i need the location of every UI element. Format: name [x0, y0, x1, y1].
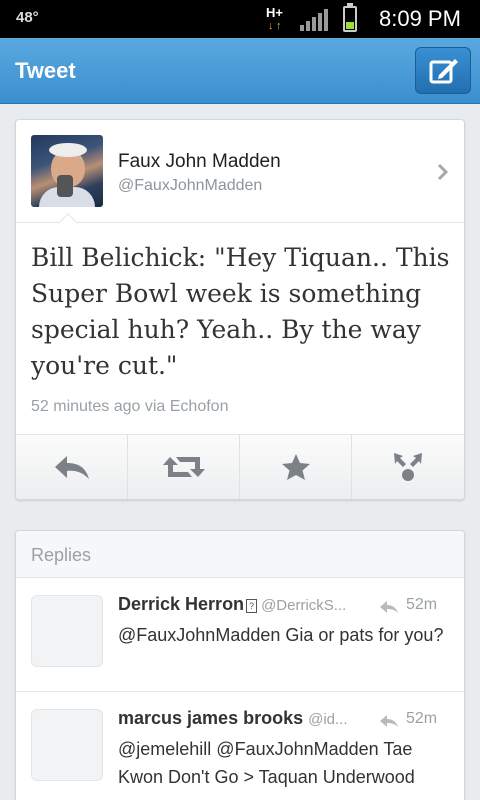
reply-item[interactable]: Derrick Herron? @DerrickS... 52m @FauxJoh…	[16, 578, 464, 692]
temperature-indicator: 48°	[16, 9, 39, 26]
reply-avatar[interactable]	[31, 595, 103, 667]
author-row[interactable]: Faux John Madden @FauxJohnMadden	[16, 120, 464, 223]
share-icon	[394, 453, 422, 481]
clock: 8:09 PM	[379, 6, 461, 31]
status-bar: 48° H+ ↓ ↑ 8:09 PM	[0, 0, 480, 38]
reply-author-handle: @id...	[308, 711, 348, 728]
tweet-card: Faux John Madden @FauxJohnMadden Bill Be…	[15, 119, 465, 500]
replies-title: Replies	[31, 545, 92, 565]
battery-icon	[343, 3, 357, 32]
reply-icon	[54, 456, 89, 479]
author-name: Faux John Madden	[118, 151, 281, 172]
reply-author-handle: @DerrickS...	[261, 597, 347, 614]
reply-author-name: Derrick Herron	[118, 594, 245, 614]
network-type-icon: H+ ↓ ↑	[266, 5, 283, 32]
reply-time: 52m	[406, 596, 438, 613]
reply-author: Derrick Herron? @DerrickS...	[118, 594, 346, 615]
share-button[interactable]	[352, 435, 464, 499]
retweet-button[interactable]	[128, 435, 240, 499]
author-avatar[interactable]	[31, 135, 103, 207]
reply-time: 52m	[406, 710, 438, 727]
favorite-icon	[281, 454, 310, 480]
page-title: Tweet	[15, 58, 76, 83]
reply-author-name: marcus james brooks	[118, 708, 304, 728]
retweet-icon	[162, 457, 205, 477]
reply-button[interactable]	[16, 435, 128, 499]
chevron-right-icon	[437, 163, 449, 181]
replies-header: Replies	[16, 531, 464, 578]
action-bar: Tweet	[0, 38, 480, 104]
signal-icon	[300, 9, 328, 31]
tweet-actions	[16, 434, 464, 499]
reply-arrow-icon	[380, 601, 398, 613]
tweet-text: Bill Belichick: "Hey Tiquan.. This Super…	[31, 243, 450, 380]
compose-button[interactable]	[415, 47, 471, 94]
author-handle: @FauxJohnMadden	[118, 177, 263, 194]
replies-card: Replies Derrick Herron? @DerrickS... 52m …	[15, 530, 465, 800]
unknown-glyph-icon: ?	[246, 599, 258, 613]
tweet-meta: 52 minutes ago via Echofon	[31, 398, 229, 415]
reply-item[interactable]: marcus james brooks @id... 52m @jemelehi…	[16, 692, 464, 800]
favorite-button[interactable]	[240, 435, 352, 499]
reply-author: marcus james brooks @id...	[118, 708, 348, 729]
reply-text: @jemelehill @FauxJohnMadden Tae Kwon Don…	[118, 739, 415, 787]
reply-arrow-icon	[380, 715, 398, 727]
reply-avatar[interactable]	[31, 709, 103, 781]
compose-icon	[429, 59, 458, 84]
reply-text: @FauxJohnMadden Gia or pats for you?	[118, 625, 444, 645]
